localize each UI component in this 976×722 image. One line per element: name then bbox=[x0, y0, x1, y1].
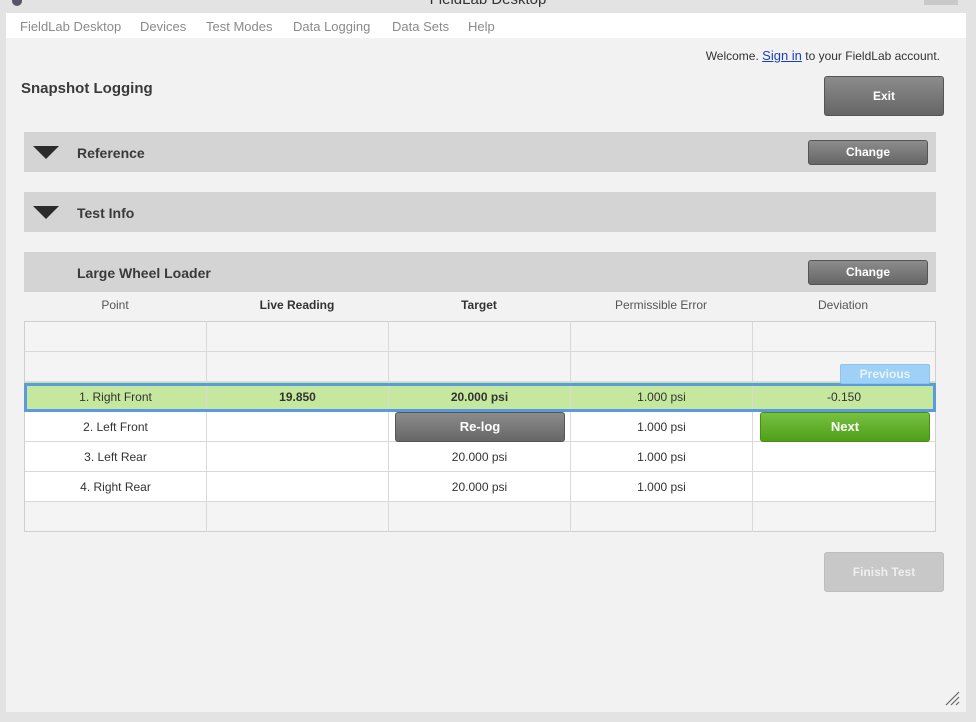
menu-data-logging[interactable]: Data Logging bbox=[293, 19, 370, 34]
title-bar: FieldLab Desktop bbox=[0, 0, 976, 12]
column-header-target: Target bbox=[461, 298, 497, 312]
permissible-error-cell: 1.000 psi bbox=[571, 442, 753, 472]
deviation-cell: -0.150 bbox=[826, 390, 862, 404]
live-reading-cell: 19.850 bbox=[207, 382, 389, 412]
column-header-point: Point bbox=[101, 298, 129, 312]
previous-button[interactable]: Previous bbox=[840, 364, 930, 384]
collapse-triangle-icon[interactable] bbox=[33, 206, 59, 219]
welcome-suffix: to your FieldLab account. bbox=[801, 49, 940, 63]
welcome-prefix: Welcome. bbox=[705, 49, 763, 63]
menu-help[interactable]: Help bbox=[468, 19, 495, 34]
table-row-empty bbox=[25, 322, 935, 352]
sign-in-link[interactable]: Sign in bbox=[762, 48, 802, 63]
menu-data-sets[interactable]: Data Sets bbox=[392, 19, 449, 34]
table-row-empty bbox=[25, 502, 935, 532]
reference-label: Reference bbox=[77, 145, 145, 161]
live-reading-cell bbox=[207, 412, 389, 442]
menu-test-modes[interactable]: Test Modes bbox=[206, 19, 272, 34]
table-row[interactable]: 3. Left Rear 20.000 psi 1.000 psi bbox=[25, 442, 935, 472]
target-cell: 20.000 psi bbox=[389, 382, 571, 412]
permissible-error-cell: 1.000 psi bbox=[571, 412, 753, 442]
next-button[interactable]: Next bbox=[760, 412, 930, 442]
close-icon[interactable] bbox=[924, 0, 958, 5]
permissible-error-cell: 1.000 psi bbox=[571, 382, 753, 412]
exit-button[interactable]: Exit bbox=[824, 76, 944, 116]
column-header-live-reading: Live Reading bbox=[259, 298, 335, 312]
window-title: FieldLab Desktop bbox=[0, 0, 976, 8]
page-title: Snapshot Logging bbox=[21, 80, 153, 97]
column-header-permissible-error: Permissible Error bbox=[614, 298, 707, 312]
table-row[interactable]: 4. Right Rear 20.000 psi 1.000 psi bbox=[25, 472, 935, 502]
live-reading-cell bbox=[207, 442, 389, 472]
menu-fieldlab-desktop[interactable]: FieldLab Desktop bbox=[20, 19, 121, 34]
machine-label: Large Wheel Loader bbox=[77, 265, 211, 281]
machine-change-button[interactable]: Change bbox=[808, 260, 928, 285]
point-cell: 1. Right Front bbox=[25, 382, 207, 412]
menu-bar: FieldLab Desktop Devices Test Modes Data… bbox=[6, 13, 966, 38]
point-cell: 2. Left Front bbox=[25, 412, 207, 442]
test-info-label: Test Info bbox=[77, 205, 135, 221]
reference-change-button[interactable]: Change bbox=[808, 140, 928, 165]
point-cell: 3. Left Rear bbox=[25, 442, 207, 472]
target-cell: 20.000 psi bbox=[389, 472, 571, 502]
relog-button[interactable]: Re-log bbox=[395, 412, 565, 442]
permissible-error-cell: 1.000 psi bbox=[571, 472, 753, 502]
table-row[interactable]: 1. Right Front 19.850 20.000 psi 1.000 p… bbox=[25, 382, 935, 412]
welcome-message: Welcome. Sign in to your FieldLab accoun… bbox=[706, 48, 940, 63]
point-cell: 4. Right Rear bbox=[25, 472, 207, 502]
app-window: FieldLab Desktop FieldLab Desktop Device… bbox=[0, 0, 976, 722]
machine-section-header: Large Wheel Loader Change bbox=[24, 252, 936, 292]
main-content: FieldLab Desktop Devices Test Modes Data… bbox=[6, 13, 966, 712]
column-header-deviation: Deviation bbox=[817, 298, 869, 312]
table-row-empty bbox=[25, 352, 935, 382]
live-reading-cell bbox=[207, 472, 389, 502]
reference-section-header[interactable]: Reference Change bbox=[24, 132, 936, 172]
test-info-section-header[interactable]: Test Info bbox=[24, 192, 936, 232]
deviation-cell bbox=[753, 442, 935, 472]
menu-devices[interactable]: Devices bbox=[140, 19, 186, 34]
deviation-cell bbox=[753, 472, 935, 502]
resize-grip-icon[interactable] bbox=[944, 690, 960, 706]
collapse-triangle-icon[interactable] bbox=[33, 146, 59, 159]
target-cell: 20.000 psi bbox=[389, 442, 571, 472]
finish-test-button[interactable]: Finish Test bbox=[824, 552, 944, 592]
